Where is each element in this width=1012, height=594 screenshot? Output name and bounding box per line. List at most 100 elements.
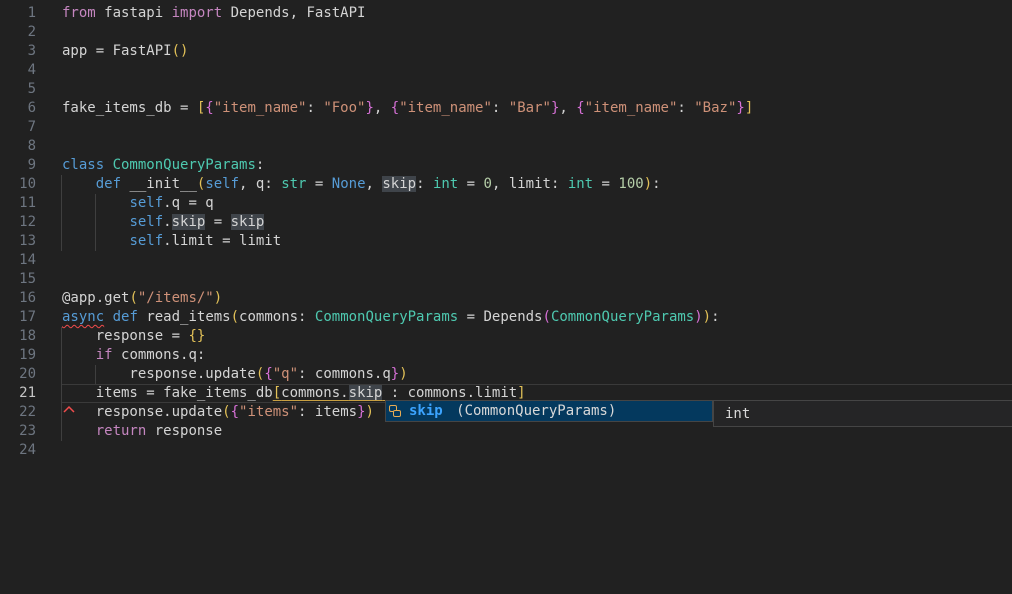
code-line[interactable]: 8 (0, 137, 1012, 156)
code-token: skip (231, 214, 265, 230)
code-token: {} (188, 328, 205, 344)
code-token: response.update (62, 404, 222, 420)
code-token: 0 (484, 176, 492, 192)
code-token: "items" (239, 404, 298, 420)
code-line[interactable]: 1from fastapi import Depends, FastAPI (0, 4, 1012, 23)
code-token: "Bar" (509, 100, 551, 116)
code-token (104, 309, 112, 325)
code-line[interactable]: 12 self.skip = skip (0, 213, 1012, 232)
code-token: { (391, 100, 399, 116)
code-token: , (366, 176, 383, 192)
code-line[interactable]: 24 (0, 441, 1012, 460)
code-token: str (281, 176, 306, 192)
code-token: response = (62, 328, 188, 344)
code-token: int (568, 176, 593, 192)
code-line[interactable]: 15 (0, 270, 1012, 289)
suggest-doc-panel: int (713, 400, 1012, 427)
code-editor: 1from fastapi import Depends, FastAPI23a… (0, 0, 1012, 594)
code-token: () (172, 43, 189, 59)
code-token: : (256, 157, 264, 173)
code-token: , (374, 100, 391, 116)
code-token: , (559, 100, 576, 116)
code-token: : commons.q (298, 366, 391, 382)
code-token: = (306, 176, 331, 192)
code-token: : (416, 176, 433, 192)
code-token: .q = q (163, 195, 214, 211)
code-token: fastapi (104, 5, 171, 21)
code-token: [ (273, 385, 281, 401)
code-line[interactable]: 13 self.limit = limit (0, 232, 1012, 251)
code-line[interactable]: 11 self.q = q (0, 194, 1012, 213)
suggest-doc-text: int (725, 406, 750, 422)
code-line[interactable]: 18 response = {} (0, 327, 1012, 346)
code-token: 100 (618, 176, 643, 192)
code-token: } (736, 100, 744, 116)
code-token (62, 214, 129, 230)
code-token: def (113, 309, 147, 325)
code-token: skip (382, 176, 416, 192)
code-line[interactable]: 9class CommonQueryParams: (0, 156, 1012, 175)
code-line[interactable]: 16@app.get("/items/") (0, 289, 1012, 308)
code-token: import (172, 5, 231, 21)
code-token: : (711, 309, 719, 325)
line-number: 17 (0, 308, 36, 327)
line-number: 11 (0, 194, 36, 213)
code-token: { (205, 100, 213, 116)
code-token: "q" (273, 366, 298, 382)
code-line[interactable]: 14 (0, 251, 1012, 270)
code-token: : items (298, 404, 357, 420)
code-token: = Depends (458, 309, 542, 325)
code-line[interactable]: 3app = FastAPI() (0, 42, 1012, 61)
code-token: "item_name" (585, 100, 678, 116)
code-line[interactable]: 6fake_items_db = [{"item_name": "Foo"}, … (0, 99, 1012, 118)
code-line[interactable]: 4 (0, 61, 1012, 80)
code-token: : (652, 176, 660, 192)
code-token: ) (399, 366, 407, 382)
code-token: } (357, 404, 365, 420)
code-token: { (231, 404, 239, 420)
code-line[interactable]: 5 (0, 80, 1012, 99)
code-token: } (391, 366, 399, 382)
code-token: response (155, 423, 222, 439)
suggestion-label: skip (409, 403, 443, 419)
code-line[interactable]: 7 (0, 118, 1012, 137)
code-line[interactable]: 17async def read_items(commons: CommonQu… (0, 308, 1012, 327)
code-token: "/items/" (138, 290, 214, 306)
code-token: int (433, 176, 458, 192)
code-token: self (205, 176, 239, 192)
line-number: 10 (0, 175, 36, 194)
code-token: None (332, 176, 366, 192)
code-token: = (205, 214, 230, 230)
line-number: 3 (0, 42, 36, 61)
code-token: class (62, 157, 113, 173)
suggestion-item-skip[interactable]: skip (CommonQueryParams) (385, 400, 713, 422)
code-token: @app.get (62, 290, 129, 306)
code-line[interactable]: 10 def __init__(self, q: str = None, ski… (0, 175, 1012, 194)
error-squiggle (62, 404, 76, 413)
code-token: ] (745, 100, 753, 116)
code-line[interactable]: 2 (0, 23, 1012, 42)
code-line[interactable]: 19 if commons.q: (0, 346, 1012, 365)
line-number: 21 (0, 384, 36, 403)
code-token: { (264, 366, 272, 382)
code-token: ) (366, 404, 374, 420)
code-token: "item_name" (214, 100, 307, 116)
line-number: 5 (0, 80, 36, 99)
code-token: self (129, 214, 163, 230)
code-token: response.update (62, 366, 256, 382)
code-token: commons: (239, 309, 315, 325)
line-number: 8 (0, 137, 36, 156)
code-token: CommonQueryParams (551, 309, 694, 325)
code-token: = (458, 176, 483, 192)
code-token: "Foo" (323, 100, 365, 116)
code-token: ] (517, 385, 525, 401)
code-token: , q: (239, 176, 281, 192)
line-number: 16 (0, 289, 36, 308)
line-number: 7 (0, 118, 36, 137)
code-token: ) (694, 309, 702, 325)
suggestion-detail: (CommonQueryParams) (448, 403, 617, 419)
code-line[interactable]: 20 response.update({"q": commons.q}) (0, 365, 1012, 384)
line-number: 19 (0, 346, 36, 365)
code-token: commons.q: (121, 347, 205, 363)
code-token: { (576, 100, 584, 116)
